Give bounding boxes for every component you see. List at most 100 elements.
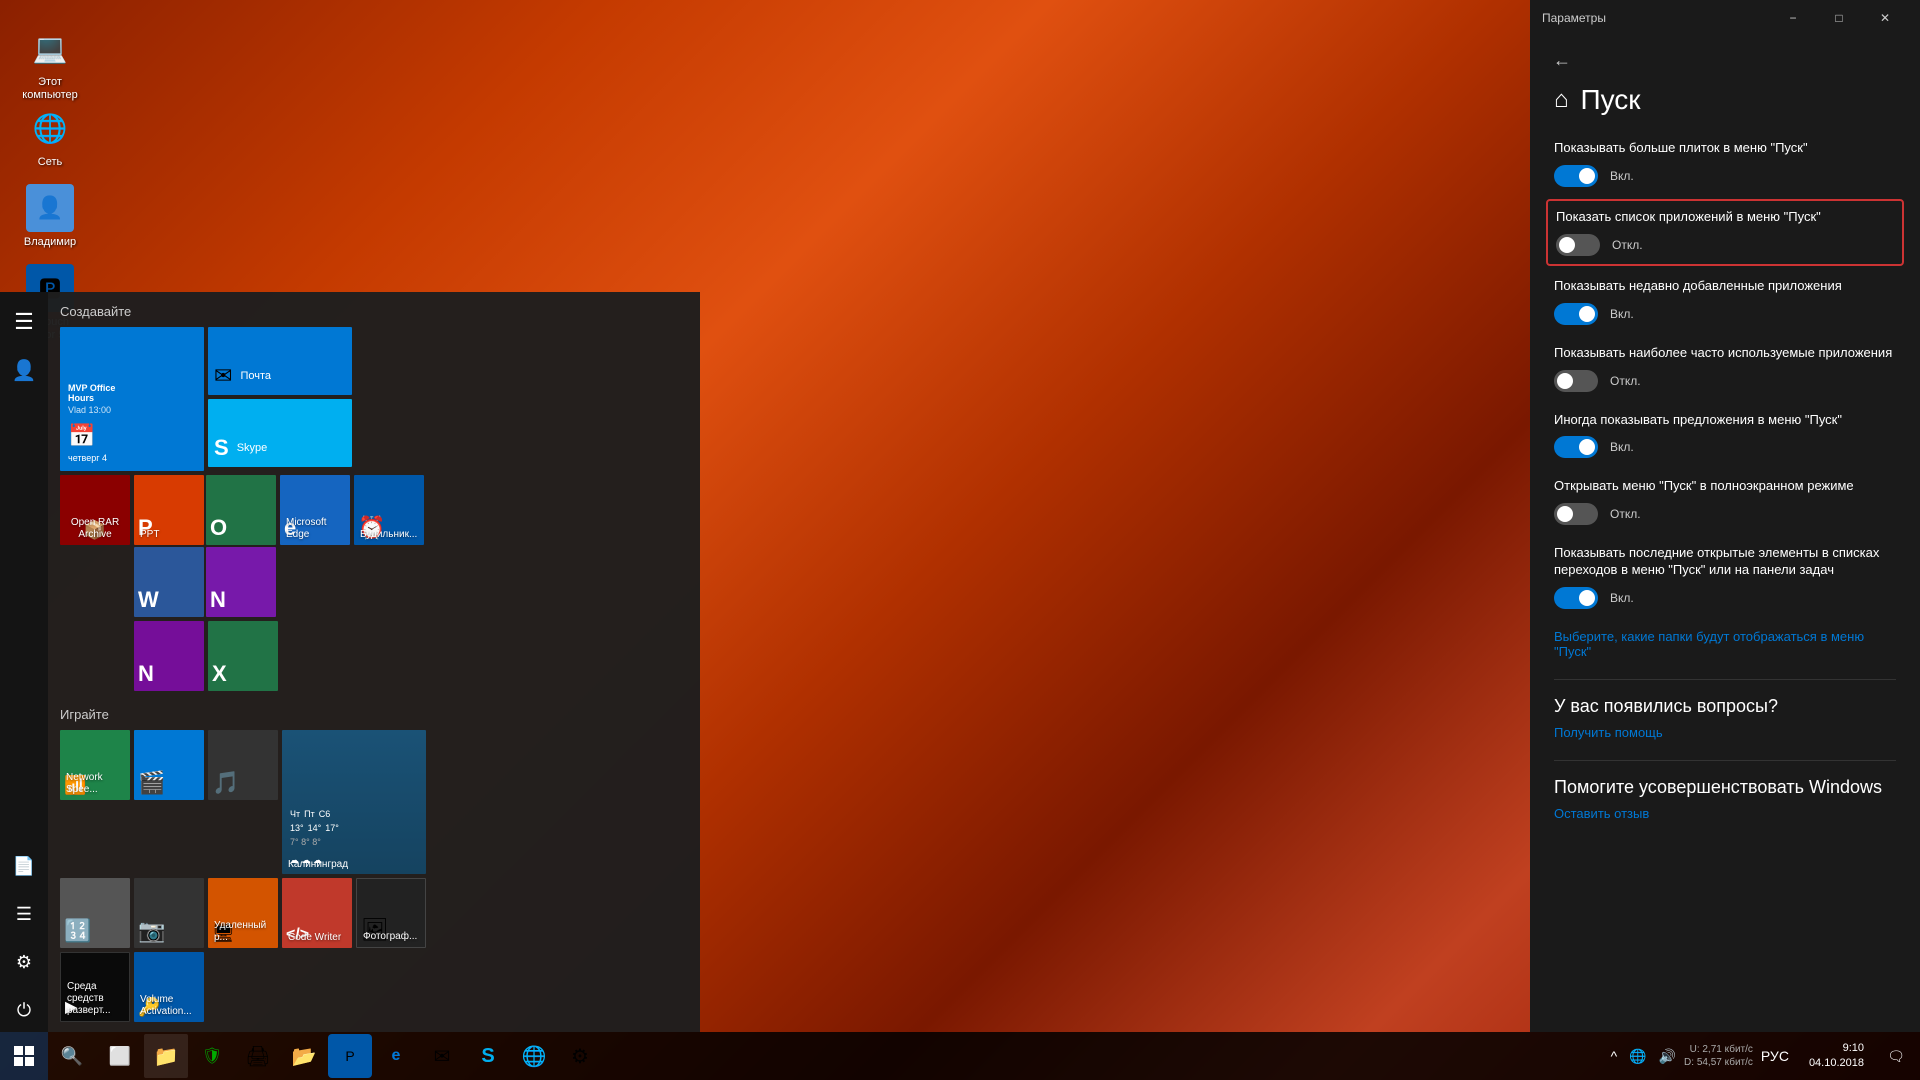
home-icon: ⌂ — [1554, 86, 1569, 114]
tile-alarms[interactable]: ⏰ Будильник... — [354, 475, 424, 545]
setting-recent-items: Показывать последние открытые элементы в… — [1554, 545, 1896, 609]
minimize-button[interactable]: − — [1770, 2, 1816, 34]
folders-link[interactable]: Выберите, какие папки будут отображаться… — [1554, 629, 1896, 659]
toggle-recent-items[interactable] — [1554, 587, 1598, 609]
taskbar-kaspersky[interactable]: 🛡 — [190, 1034, 234, 1078]
tile-word[interactable]: W — [134, 547, 204, 617]
taskbar-ptouch[interactable]: P — [328, 1034, 372, 1078]
tile-mvp[interactable]: MVP OfficeHours Vlad 13:00 📅 четверг 4 — [60, 327, 204, 471]
start-menu-button[interactable]: ☰ — [2, 300, 46, 344]
setting-recent-items-value: Вкл. — [1610, 591, 1634, 605]
taskbar: 🔍 ⬜ 📁 🛡 🖨 📂 P e ✉ S 🌐 ⚙ ^ 🌐 🔊 U: 2,71 кб… — [0, 1032, 1920, 1080]
tile-music[interactable]: 🎵 — [208, 730, 278, 800]
improve-title: Помогите усовершенствовать Windows — [1554, 777, 1896, 798]
tile-onenote[interactable]: N — [134, 621, 204, 691]
setting-show-more-tiles: Показывать больше плиток в меню "Пуск" В… — [1554, 140, 1896, 187]
setting-suggestions-value: Вкл. — [1610, 440, 1634, 454]
taskbar-explorer[interactable]: 📁 — [144, 1034, 188, 1078]
tile-netspeed[interactable]: 📶 Network Spee... — [60, 730, 130, 800]
taskbar-skype[interactable]: S — [466, 1034, 510, 1078]
setting-most-used: Показывать наиболее часто используемые п… — [1554, 345, 1896, 392]
tile-calc[interactable]: 🔢 — [60, 878, 130, 948]
start-sidebar: ☰ 👤 📄 ☰ ⚙ ⏻ — [0, 292, 48, 1032]
start-button[interactable] — [0, 1032, 48, 1080]
taskbar-mail[interactable]: ✉ — [420, 1034, 464, 1078]
tiles-section-play: Играйте — [60, 707, 688, 722]
taskbar-brother[interactable]: 🖨 — [236, 1034, 280, 1078]
tile-remote[interactable]: 🖥 Удаленный р... — [208, 878, 278, 948]
taskbar-edge[interactable]: e — [374, 1034, 418, 1078]
tile-cam[interactable]: 📷 — [134, 878, 204, 948]
close-button[interactable]: ✕ — [1862, 2, 1908, 34]
setting-fullscreen: Открывать меню "Пуск" в полноэкранном ре… — [1554, 478, 1896, 525]
questions-title: У вас появились вопросы? — [1554, 696, 1896, 717]
setting-show-recent: Показывать недавно добавленные приложени… — [1554, 278, 1896, 325]
toggle-show-more-tiles[interactable] — [1554, 165, 1598, 187]
setting-most-used-label: Показывать наиболее часто используемые п… — [1554, 345, 1896, 362]
back-button[interactable]: ← — [1546, 44, 1578, 76]
notification-button[interactable]: 🗨 — [1872, 1032, 1920, 1080]
start-power-button[interactable]: ⏻ — [2, 988, 46, 1032]
toggle-knob-7 — [1579, 590, 1595, 606]
tile-outlook[interactable]: O — [206, 475, 276, 545]
download-label: D: — [1684, 1057, 1694, 1068]
tray-lang[interactable]: РУС — [1757, 1048, 1793, 1064]
desktop-icon-computer[interactable]: 💻 Этоткомпьютер — [10, 20, 90, 106]
tile-codewriter[interactable]: </> Code Writer — [282, 878, 352, 948]
tile-onenote-2[interactable]: N — [206, 547, 276, 617]
tile-powerpoint[interactable]: P PPT — [134, 475, 204, 545]
taskbar-files[interactable]: 📂 — [282, 1034, 326, 1078]
start-documents-button[interactable]: 📄 — [2, 844, 46, 888]
desktop: 💻 Этоткомпьютер 🌐 Сеть 👤 Владимир 🅿 P-to… — [0, 0, 1920, 1080]
toggle-suggestions[interactable] — [1554, 436, 1598, 458]
tiles-row-create-1: MVP OfficeHours Vlad 13:00 📅 четверг 4 ✉… — [60, 327, 688, 471]
tray-network-icon[interactable]: 🌐 — [1625, 1048, 1650, 1065]
download-speed: 54,57 кбит/с — [1697, 1057, 1753, 1068]
start-explore-button[interactable]: ☰ — [2, 892, 46, 936]
tile-photos[interactable]: 🖼 Фотограф... — [356, 878, 426, 948]
toggle-show-app-list[interactable] — [1556, 234, 1600, 256]
toggle-knob — [1579, 168, 1595, 184]
tile-devcmd[interactable]: ▶ Среда средствразверт... — [60, 952, 130, 1022]
tile-openrar[interactable]: 📦 Open RARArchive — [60, 475, 130, 545]
start-user-button[interactable]: 👤 — [2, 348, 46, 392]
tile-volact[interactable]: 🔑 VolumeActivation... — [134, 952, 204, 1022]
toggle-fullscreen[interactable] — [1554, 503, 1598, 525]
taskbar-network[interactable]: 🌐 — [512, 1034, 556, 1078]
settings-page-header: ⌂ Пуск — [1554, 84, 1896, 116]
tile-mail[interactable]: ✉ Почта — [208, 327, 352, 395]
tile-excel[interactable]: X — [208, 621, 278, 691]
tile-movies[interactable]: 🎬 — [134, 730, 204, 800]
tiles-col-create: ✉ Почта S Skype — [208, 327, 352, 471]
setting-show-app-list-label: Показать список приложений в меню "Пуск" — [1556, 209, 1894, 226]
settings-titlebar: Параметры − □ ✕ — [1530, 0, 1920, 36]
settings-page-title: Пуск — [1581, 84, 1641, 116]
task-view-button[interactable]: ⬜ — [96, 1032, 144, 1080]
toggle-most-used[interactable] — [1554, 370, 1598, 392]
tray-speaker-icon[interactable]: 🔊 — [1655, 1048, 1680, 1065]
windows-icon — [14, 1046, 34, 1066]
desktop-icon-network[interactable]: 🌐 Сеть — [10, 100, 90, 173]
computer-label: Этоткомпьютер — [22, 76, 77, 102]
taskbar-settings[interactable]: ⚙ — [558, 1034, 602, 1078]
taskbar-clock[interactable]: 9:10 04.10.2018 — [1801, 1041, 1872, 1072]
tile-skype[interactable]: S Skype — [208, 399, 352, 467]
network-icon: 🌐 — [26, 104, 74, 152]
toggle-show-recent[interactable] — [1554, 303, 1598, 325]
settings-window-title: Параметры — [1542, 11, 1606, 25]
window-controls: − □ ✕ — [1770, 2, 1908, 34]
maximize-button[interactable]: □ — [1816, 2, 1862, 34]
search-button[interactable]: 🔍 — [48, 1032, 96, 1080]
tile-weather[interactable]: ЧтПтС6 13°14°17° 7° 8° 8° ☁ ☁ ☁ Калининг… — [282, 730, 426, 874]
setting-show-more-tiles-row: Вкл. — [1554, 165, 1896, 187]
tray-expand[interactable]: ^ — [1607, 1048, 1622, 1064]
toggle-knob-4 — [1557, 373, 1573, 389]
tile-edge[interactable]: e Microsoft Edge — [280, 475, 350, 545]
help-link[interactable]: Получить помощь — [1554, 725, 1896, 740]
desktop-icon-user[interactable]: 👤 Владимир — [10, 180, 90, 253]
user-label: Владимир — [24, 236, 76, 249]
start-settings-button[interactable]: ⚙ — [2, 940, 46, 984]
tiles-section-create: Создавайте — [60, 304, 688, 319]
feedback-link[interactable]: Оставить отзыв — [1554, 806, 1896, 821]
setting-most-used-row: Откл. — [1554, 370, 1896, 392]
